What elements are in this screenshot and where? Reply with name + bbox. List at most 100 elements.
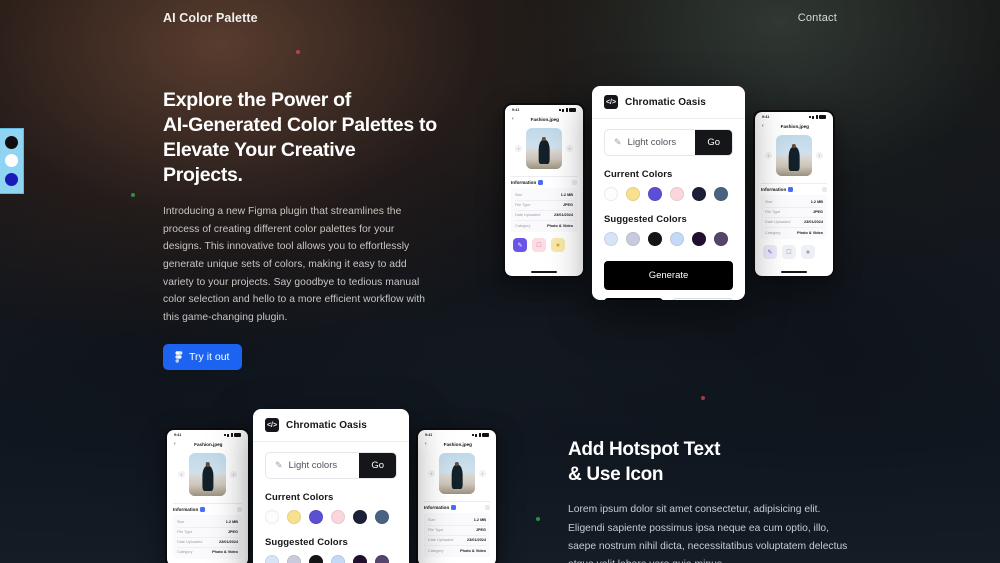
hotspot-section: Add Hotspot Text & Use Icon Lorem ipsum … — [568, 438, 858, 563]
brand-logo[interactable]: AI Color Palette — [163, 11, 258, 25]
current-swatch-1[interactable] — [265, 510, 279, 524]
photo-next-icon[interactable]: › — [815, 152, 823, 160]
suggested-swatch-4[interactable] — [331, 555, 345, 563]
photo-next-icon[interactable]: › — [565, 145, 573, 153]
row-value: 1.2 MB — [225, 519, 238, 524]
table-row: Date Uploaded 23/01/2024 — [765, 218, 823, 228]
phone-mockup-top-right: 9:41 ‹ Fashion.jpeg ‹ › Information Size… — [753, 110, 835, 278]
phone-info-table: Size 1.2 MB File Type JPEG Date Uploaded… — [761, 195, 827, 240]
palette-dot-blue[interactable] — [5, 173, 18, 187]
dialog-title: Chromatic Oasis — [625, 96, 706, 108]
suggested-swatch-2[interactable] — [626, 232, 640, 246]
floating-palette-widget[interactable] — [0, 128, 24, 194]
cancel-button[interactable]: Cancel — [672, 298, 733, 300]
suggested-swatch-5[interactable] — [353, 555, 367, 563]
hotspot-title: Add Hotspot Text & Use Icon — [568, 438, 858, 487]
current-swatch-2[interactable] — [287, 510, 301, 524]
suggested-swatch-1[interactable] — [265, 555, 279, 563]
table-row: Category Photo & Video — [177, 548, 238, 557]
row-key: Date Uploaded — [428, 538, 454, 543]
table-row: Category Photo & Video — [765, 228, 823, 237]
table-row: Date Uploaded 23/01/2024 — [515, 211, 573, 221]
suggested-swatch-1[interactable] — [604, 232, 618, 246]
magic-wand-icon: ✎ — [275, 460, 283, 470]
hero-section: Explore the Power of AI-Generated Color … — [163, 88, 438, 370]
row-key: Category — [428, 548, 444, 553]
try-it-out-button[interactable]: Try it out — [163, 343, 243, 370]
suggested-colors-swatches — [604, 232, 733, 246]
table-row: Date Uploaded 23/01/2024 — [428, 536, 486, 546]
phone-nav-bar: ‹ Fashion.jpeg — [505, 113, 583, 125]
row-value: JPEG — [562, 203, 573, 208]
edit-action-icon[interactable]: ✎ — [763, 245, 777, 260]
dialog-header: </> Chromatic Oasis — [592, 86, 745, 119]
row-key: Size — [428, 518, 436, 523]
current-colors-swatches — [265, 510, 397, 524]
suggested-swatch-2[interactable] — [287, 555, 301, 563]
info-more-icon[interactable] — [822, 187, 827, 193]
row-value: Photo & Video — [797, 230, 823, 235]
photo-prev-icon[interactable]: ‹ — [177, 471, 185, 479]
phone-section-title: Information — [173, 507, 199, 513]
row-key: Size — [177, 519, 185, 524]
phone-nav-bar: ‹ Fashion.jpeg — [418, 438, 496, 450]
row-value: JPEG — [475, 528, 486, 533]
suggested-swatch-4[interactable] — [670, 232, 684, 246]
phone-status-bar: 9:41 — [418, 430, 496, 438]
go-button[interactable]: Go — [359, 453, 396, 478]
suggested-swatch-3[interactable] — [309, 555, 323, 563]
row-key: File Type — [515, 203, 531, 208]
prompt-input[interactable]: Light colors — [628, 137, 677, 148]
copy-action-icon[interactable]: ☐ — [532, 238, 546, 253]
edit-action-icon[interactable]: ✎ — [513, 238, 527, 253]
current-swatch-3[interactable] — [309, 510, 323, 524]
generate-button[interactable]: Generate — [604, 261, 733, 290]
photo-prev-icon[interactable]: ‹ — [765, 152, 773, 160]
table-row: Date Uploaded 23/01/2024 — [177, 538, 238, 548]
suggested-swatch-3[interactable] — [648, 232, 662, 246]
photo-prev-icon[interactable]: ‹ — [515, 145, 523, 153]
palette-dot-white[interactable] — [5, 154, 18, 168]
phone-home-indicator — [530, 271, 558, 273]
photo-next-icon[interactable]: › — [230, 471, 238, 479]
hero-title-line-2: AI-Generated Color Palettes to — [163, 113, 437, 136]
accent-dot-green-bottom — [536, 517, 540, 521]
star-action-icon[interactable]: ★ — [801, 245, 815, 260]
current-swatch-5[interactable] — [692, 187, 706, 201]
current-swatch-1[interactable] — [604, 187, 618, 201]
palette-dot-black[interactable] — [5, 135, 18, 149]
info-more-icon[interactable] — [572, 180, 577, 186]
star-action-icon[interactable]: ★ — [551, 238, 565, 253]
accent-dot-red-bottom — [701, 396, 705, 400]
apply-button[interactable]: Apply — [604, 298, 663, 300]
copy-action-icon[interactable]: ☐ — [782, 245, 796, 260]
phone-section-title: Information — [511, 180, 537, 186]
go-button[interactable]: Go — [695, 130, 732, 155]
suggested-swatch-6[interactable] — [714, 232, 728, 246]
current-swatch-4[interactable] — [331, 510, 345, 524]
hero-title-line-1: Explore the Power of — [163, 89, 351, 111]
table-row: Size 1.2 MB — [428, 515, 486, 526]
suggested-swatch-5[interactable] — [692, 232, 706, 246]
current-swatch-3[interactable] — [648, 187, 662, 201]
dialog-title: Chromatic Oasis — [286, 419, 367, 431]
phone-photo — [188, 453, 227, 497]
info-more-icon[interactable] — [485, 505, 490, 511]
current-swatch-2[interactable] — [626, 187, 640, 201]
current-swatch-6[interactable] — [375, 510, 389, 524]
table-row: Category Photo & Video — [428, 546, 486, 555]
photo-prev-icon[interactable]: ‹ — [428, 470, 436, 478]
prompt-search-bar[interactable]: ✎ Light colors Go — [265, 452, 397, 479]
current-swatch-5[interactable] — [353, 510, 367, 524]
current-swatch-6[interactable] — [714, 187, 728, 201]
info-more-icon[interactable] — [237, 507, 242, 513]
photo-next-icon[interactable]: › — [478, 470, 486, 478]
prompt-search-bar[interactable]: ✎ Light colors Go — [604, 129, 733, 156]
row-value: 23/01/2024 — [803, 220, 823, 225]
suggested-swatch-6[interactable] — [375, 555, 389, 563]
prompt-input[interactable]: Light colors — [289, 460, 338, 471]
phone-photo-carousel: ‹ › — [167, 450, 248, 501]
hero-paragraph: Introducing a new Figma plugin that stre… — [163, 205, 426, 324]
current-swatch-4[interactable] — [670, 187, 684, 201]
nav-link-contact[interactable]: Contact — [798, 12, 837, 24]
